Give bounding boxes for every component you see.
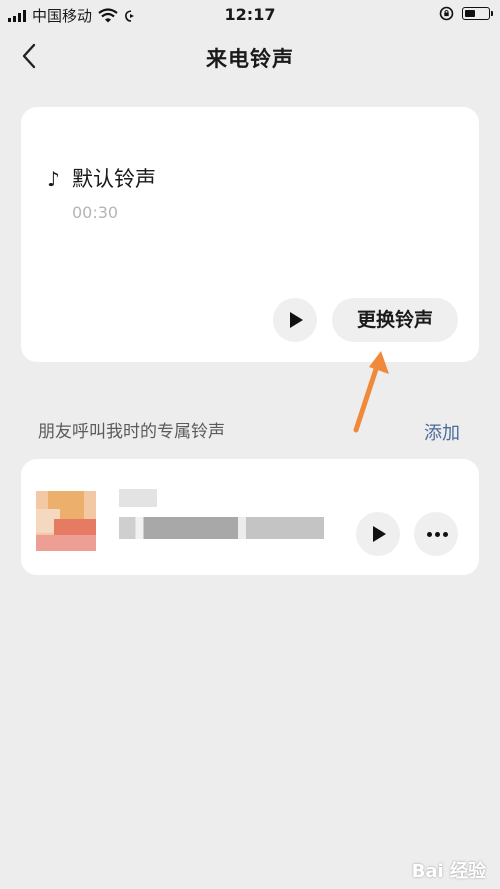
status-indicators xyxy=(439,6,493,21)
battery-level xyxy=(465,10,475,17)
avatar xyxy=(36,491,96,551)
music-note-icon: ♪ xyxy=(47,167,60,191)
play-icon xyxy=(290,312,303,328)
play-friend-ringtone-button[interactable] xyxy=(356,512,400,556)
more-options-button[interactable] xyxy=(414,512,458,556)
ringtone-duration: 00:30 xyxy=(72,203,119,222)
rotation-lock-icon xyxy=(439,6,454,21)
friends-section-title: 朋友呼叫我时的专属铃声 xyxy=(38,422,225,442)
more-dots-icon xyxy=(427,532,448,537)
page-title: 来电铃声 xyxy=(206,47,294,71)
status-bar: 中国移动 12:17 xyxy=(0,0,500,30)
ringtone-name: 默认铃声 xyxy=(72,167,156,191)
battery-icon xyxy=(462,7,493,20)
annotation-arrow-icon xyxy=(353,351,389,433)
blurred-ringtone-info xyxy=(119,517,324,539)
play-ringtone-button[interactable] xyxy=(273,298,317,342)
add-friend-ringtone-link[interactable]: 添加 xyxy=(424,419,460,445)
clock-time: 12:17 xyxy=(224,5,276,24)
change-ringtone-button[interactable]: 更换铃声 xyxy=(332,298,458,342)
play-icon xyxy=(373,526,386,542)
blurred-contact-name xyxy=(119,489,157,507)
nav-bar: 来电铃声 xyxy=(0,30,500,82)
watermark: Bai 经验 xyxy=(411,861,486,882)
friend-ringtone-card xyxy=(21,459,479,575)
current-ringtone-card: ♪ 默认铃声 00:30 更换铃声 xyxy=(21,107,479,362)
